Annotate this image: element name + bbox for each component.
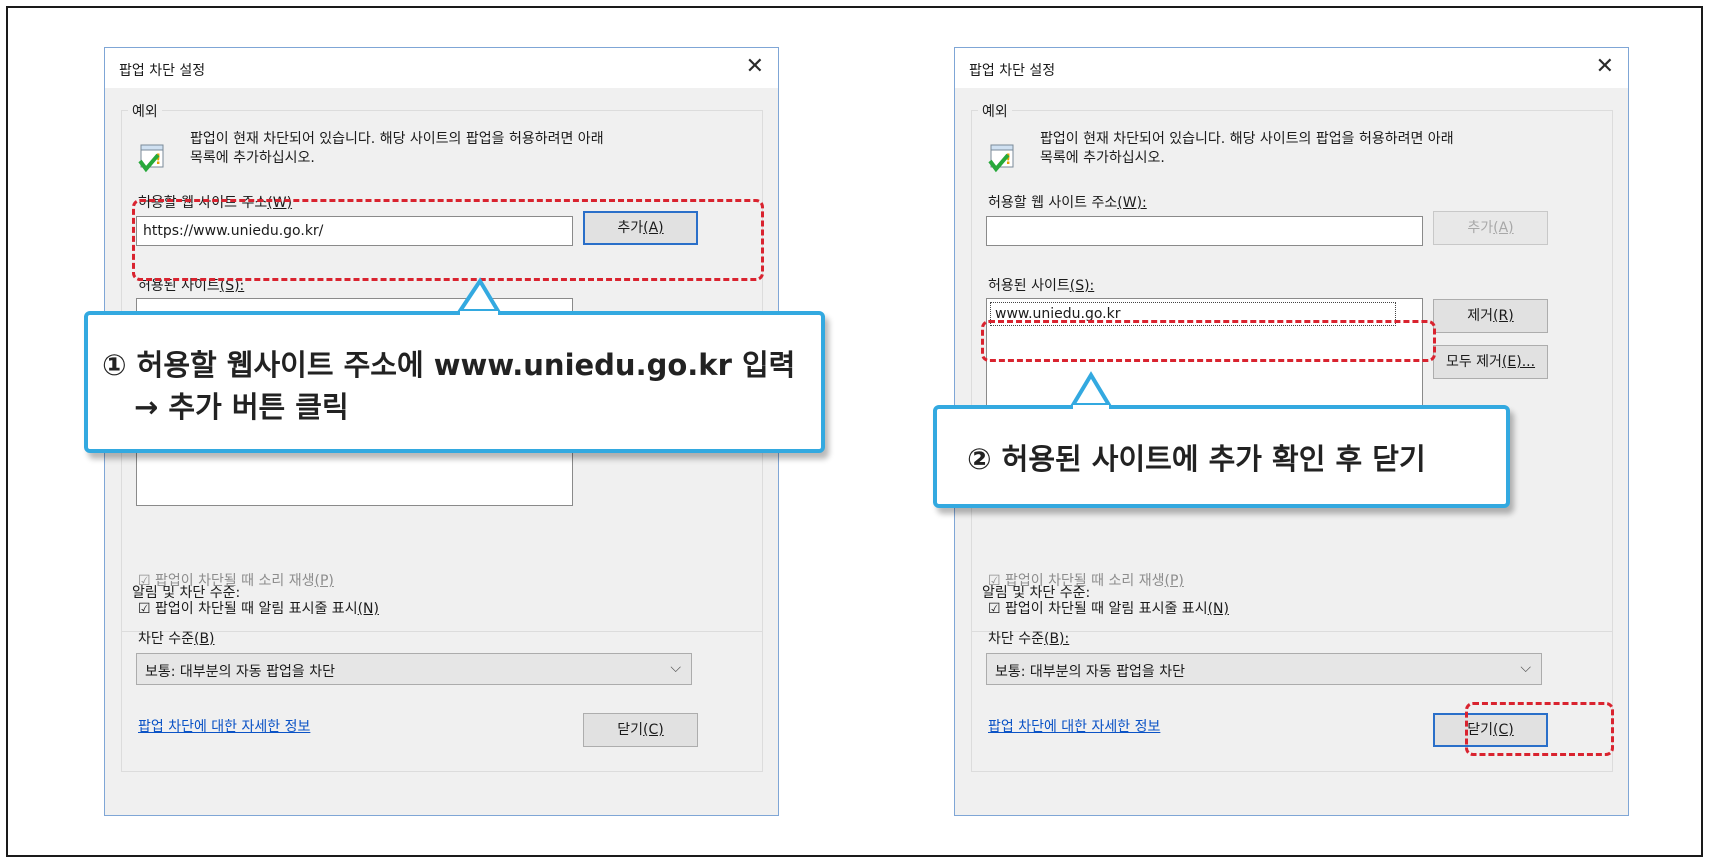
callout-step2-text: ② 허용된 사이트에 추가 확인 후 닫기 [967, 442, 1426, 476]
notification-bar-checkbox[interactable]: ☑ 팝업이 차단될 때 알림 표시줄 표시(N) [138, 598, 379, 618]
address-input[interactable] [986, 216, 1423, 246]
notification-bar-checkbox[interactable]: ☑ 팝업이 차단될 때 알림 표시줄 표시(N) [988, 598, 1229, 618]
info-line1: 팝업이 현재 차단되어 있습니다. 해당 사이트의 팝업을 허용하려면 아래 [190, 131, 604, 147]
blocking-level-label: 차단 수준(B): [988, 631, 1070, 647]
callout-step2: ② 허용된 사이트에 추가 확인 후 닫기 [933, 371, 1510, 508]
allowed-sites-label: 허용된 사이트(S): [988, 278, 1095, 294]
more-info-link[interactable]: 팝업 차단에 대한 자세한 정보 [988, 716, 1160, 736]
sound-checkbox[interactable]: ☑ 팝업이 차단될 때 소리 재생(P) [138, 570, 334, 590]
close-icon[interactable]: ✕ [746, 54, 764, 79]
exceptions-legend: 예외 [128, 101, 162, 121]
more-info-link[interactable]: 팝업 차단에 대한 자세한 정보 [138, 716, 310, 736]
dialog-title: 팝업 차단 설정 [969, 63, 1056, 79]
chevron-down-icon: ⌵ [670, 660, 681, 676]
blocking-level-select[interactable]: 보통: 대부분의 자동 팝업을 차단 ⌵ [986, 653, 1542, 685]
allowed-sites-label: 허용된 사이트(S): [138, 278, 245, 294]
info-line1: 팝업이 현재 차단되어 있습니다. 해당 사이트의 팝업을 허용하려면 아래 [1040, 131, 1454, 147]
info-line2: 목록에 추가하십시오. [1040, 150, 1165, 166]
sound-checkbox[interactable]: ☑ 팝업이 차단될 때 소리 재생(P) [988, 570, 1184, 590]
callout-step1: ① 허용할 웹사이트 주소에 www.uniedu.go.kr 입력 → 추가 … [84, 277, 825, 453]
remove-button[interactable]: 제거(R) [1433, 299, 1548, 333]
callout-pointer [456, 277, 502, 317]
info-check-icon: ! [138, 144, 164, 173]
exceptions-legend: 예외 [978, 101, 1012, 121]
title-bar: 팝업 차단 설정 ✕ [105, 48, 778, 88]
title-bar: 팝업 차단 설정 ✕ [955, 48, 1628, 88]
blocking-level-select[interactable]: 보통: 대부분의 자동 팝업을 차단 ⌵ [136, 653, 692, 685]
address-label: 허용할 웹 사이트 주소(W): [988, 195, 1147, 211]
close-icon[interactable]: ✕ [1596, 54, 1614, 79]
chevron-down-icon: ⌵ [1520, 660, 1531, 676]
close-button[interactable]: 닫기(C) [1433, 713, 1548, 747]
address-input[interactable]: https://www.uniedu.go.kr/ [136, 216, 573, 246]
remove-all-button[interactable]: 모두 제거(E)... [1433, 345, 1548, 379]
info-check-icon: ! [988, 144, 1014, 173]
dialog-title: 팝업 차단 설정 [119, 63, 206, 79]
address-label: 허용할 웹 사이트 주소(W) [138, 195, 293, 211]
callout-step1-line1: ① 허용할 웹사이트 주소에 www.uniedu.go.kr 입력 [102, 348, 796, 382]
blocking-level-label: 차단 수준(B) [138, 631, 215, 647]
add-button[interactable]: 추가(A) [583, 211, 698, 245]
info-line2: 목록에 추가하십시오. [190, 150, 315, 166]
list-item[interactable]: www.uniedu.go.kr [990, 302, 1396, 326]
close-button[interactable]: 닫기(C) [583, 713, 698, 747]
callout-step1-line2: → 추가 버튼 클릭 [134, 390, 349, 424]
add-button[interactable]: 추가(A) [1433, 211, 1548, 245]
